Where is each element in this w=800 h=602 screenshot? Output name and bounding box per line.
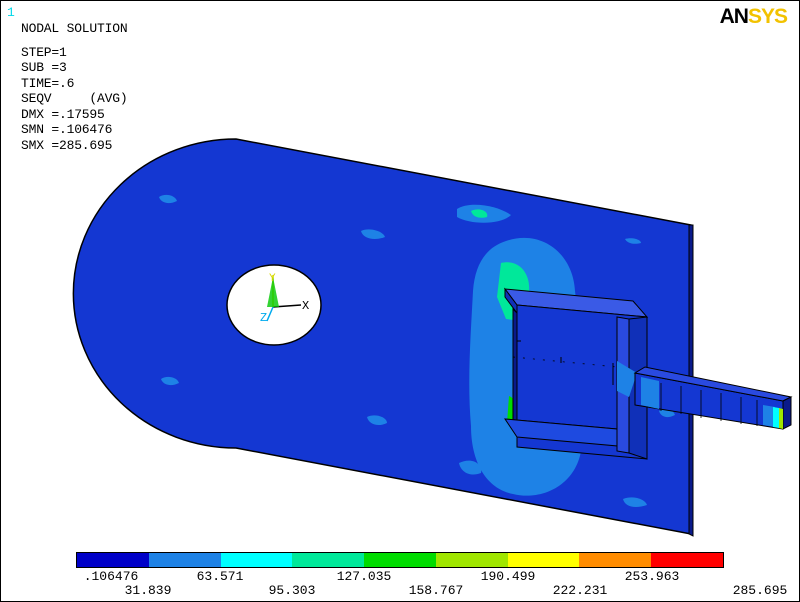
legend-label: 127.035	[336, 569, 392, 584]
legend-label: 31.839	[124, 583, 172, 598]
legend-swatch	[579, 553, 652, 567]
legend-swatch	[507, 553, 580, 567]
triad-x-label: X	[302, 299, 309, 313]
triad-z-label: Z	[260, 311, 267, 325]
graphics-window[interactable]: 1 NODAL SOLUTION STEP=1 SUB =3 TIME=.6 S…	[0, 0, 800, 602]
legend-swatch	[148, 553, 221, 567]
bracket	[503, 287, 649, 460]
contour-legend-bar	[76, 552, 724, 568]
legend-swatch	[435, 553, 508, 567]
model-view[interactable]: X Y Z	[1, 1, 799, 601]
legend-label: 158.767	[408, 583, 464, 598]
legend-swatch	[220, 553, 293, 567]
legend-label: .106476	[83, 569, 139, 584]
legend-label: 95.303	[268, 583, 316, 598]
legend-label: 63.571	[196, 569, 244, 584]
legend-swatch	[364, 553, 436, 567]
triad-y-label: Y	[269, 273, 276, 285]
legend-label: 285.695	[732, 583, 788, 598]
legend-swatch	[292, 553, 365, 567]
legend-label: 253.963	[624, 569, 680, 584]
legend-swatch	[651, 553, 724, 567]
legend-label: 222.231	[552, 583, 608, 598]
legend-label: 190.499	[480, 569, 536, 584]
legend-swatch	[77, 553, 149, 567]
